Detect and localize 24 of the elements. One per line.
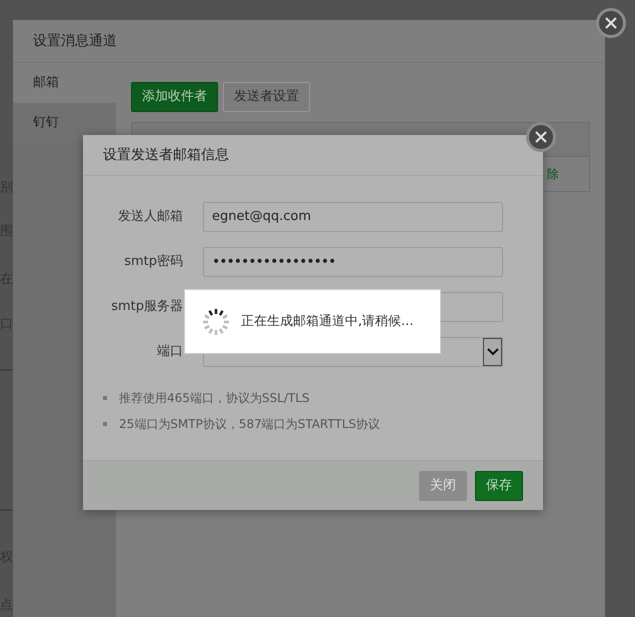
input-field[interactable]: •••••••••••••••••: [203, 247, 503, 277]
field-label: 发送人邮箱: [117, 208, 183, 226]
input-field[interactable]: egnet@qq.com: [203, 202, 503, 232]
footer-button[interactable]: 关闭: [419, 470, 467, 500]
toolbar-button[interactable]: 添加收件者: [131, 82, 218, 112]
field-label: 端口: [156, 343, 183, 362]
field-label: smtp服务器: [110, 298, 183, 316]
close-icon: [605, 17, 617, 29]
close-button[interactable]: [596, 8, 626, 38]
loading-message: 正在生成邮箱通道中,请稍候...: [241, 312, 414, 331]
footer-button[interactable]: 保存: [475, 470, 523, 500]
dialog-title: 设置发送者邮箱信息: [103, 146, 229, 164]
toolbar-button[interactable]: 发送者设置: [223, 82, 310, 112]
spinner-icon: [201, 306, 231, 336]
dropdown-icon: [483, 338, 502, 366]
field-label: smtp密码: [123, 253, 183, 272]
dialog-title: 设置消息通道: [33, 32, 117, 50]
close-icon: [535, 131, 547, 143]
note-text: 推荐使用465端口，协议为SSL/TLS: [119, 390, 310, 407]
sidebar-tab[interactable]: 邮箱: [13, 63, 116, 103]
bullet-icon: [103, 422, 107, 426]
delete-link[interactable]: 除: [547, 165, 559, 183]
note-text: 25端口为SMTP协议，587端口为STARTTLS协议: [119, 416, 380, 433]
bullet-icon: [103, 396, 107, 400]
